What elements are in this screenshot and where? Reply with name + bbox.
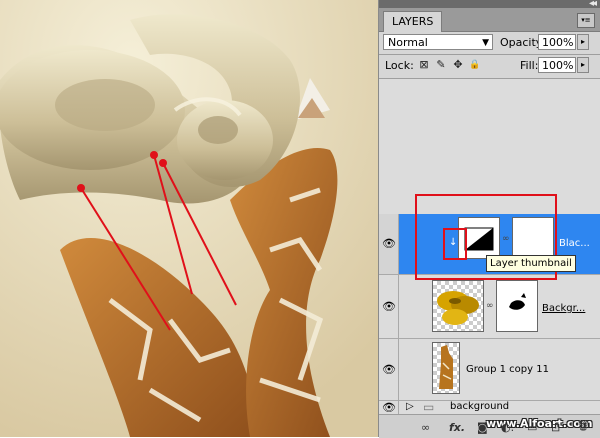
opacity-field[interactable]: 100% (538, 34, 576, 50)
new-group-icon[interactable]: ▭ (527, 421, 537, 435)
lock-paint-icon[interactable]: ✎ (435, 59, 447, 71)
eye-icon: 👁 (382, 400, 396, 414)
layer-name[interactable]: background (450, 401, 509, 412)
layer-thumbnail[interactable] (432, 342, 460, 394)
folder-icon: ▭ (423, 400, 435, 414)
layer-row-background-copy[interactable]: 👁 ∞ Backgr... (379, 275, 600, 339)
blend-mode-value: Normal (388, 36, 428, 49)
visibility-toggle[interactable]: 👁 (379, 401, 399, 414)
panel-menu-icon[interactable]: ▾≡ (577, 13, 595, 28)
fill-field[interactable]: 100% (538, 57, 576, 73)
layer-thumbnail[interactable] (432, 280, 484, 332)
expand-group-icon[interactable]: ▷ (406, 401, 414, 412)
layer-row-background-group[interactable]: 👁 ▷ ▭ background (379, 400, 600, 414)
eye-icon: 👁 (382, 237, 396, 250)
visibility-toggle[interactable]: 👁 (379, 214, 399, 274)
document-canvas[interactable] (0, 0, 378, 437)
visibility-toggle[interactable]: 👁 (379, 339, 399, 400)
lock-label: Lock: (385, 59, 414, 72)
layer-mask-thumbnail[interactable] (496, 280, 538, 332)
layer-name[interactable]: Backgr... (542, 303, 585, 314)
link-icon[interactable]: ∞ (486, 301, 494, 311)
artwork (0, 0, 378, 437)
lock-move-icon[interactable]: ✥ (452, 59, 464, 71)
lock-all-icon[interactable]: 🔒 (469, 59, 481, 71)
layer-row-group-copy[interactable]: 👁 Group 1 copy 11 (379, 339, 600, 401)
layer-name[interactable]: Group 1 copy 11 (466, 364, 549, 375)
fx-icon[interactable]: fx. (449, 421, 465, 435)
adjustment-layer-icon[interactable]: ◐. (501, 421, 514, 435)
panel-bottom-bar: www.Alfoart.com ∞ fx. ◙ ◐. ▭ ⊡ 🗑 (379, 414, 600, 438)
panel-top-strip: ◂◂ (379, 0, 600, 9)
tooltip: Layer thumbnail (486, 255, 576, 272)
panel-tab-bar: LAYERS ▾≡ (379, 8, 600, 32)
visibility-toggle[interactable]: 👁 (379, 275, 399, 338)
link-layers-icon[interactable]: ∞ (421, 421, 430, 435)
giraffe-thumbnail-art (439, 345, 453, 389)
annotation-box-small (443, 228, 467, 260)
tab-layers[interactable]: LAYERS (383, 11, 443, 32)
add-mask-icon[interactable]: ◙ (477, 421, 488, 435)
trash-icon[interactable]: 🗑 (577, 420, 590, 434)
opacity-slider-button[interactable]: ▸ (577, 34, 589, 50)
knot-thumbnail-art (437, 291, 479, 325)
fill-slider-button[interactable]: ▸ (577, 57, 589, 73)
divider (379, 54, 600, 55)
new-layer-icon[interactable]: ⊡ (551, 421, 560, 435)
lock-transparent-icon[interactable]: ⊠ (418, 59, 430, 71)
eye-icon: 👁 (382, 362, 396, 376)
blend-mode-select[interactable]: Normal ▼ (383, 34, 493, 50)
fill-label: Fill: (520, 59, 539, 72)
eye-icon: 👁 (382, 299, 396, 313)
chevron-down-icon: ▼ (482, 38, 489, 48)
layer-name[interactable]: Blac... (559, 238, 590, 249)
mask-shape (509, 293, 526, 310)
